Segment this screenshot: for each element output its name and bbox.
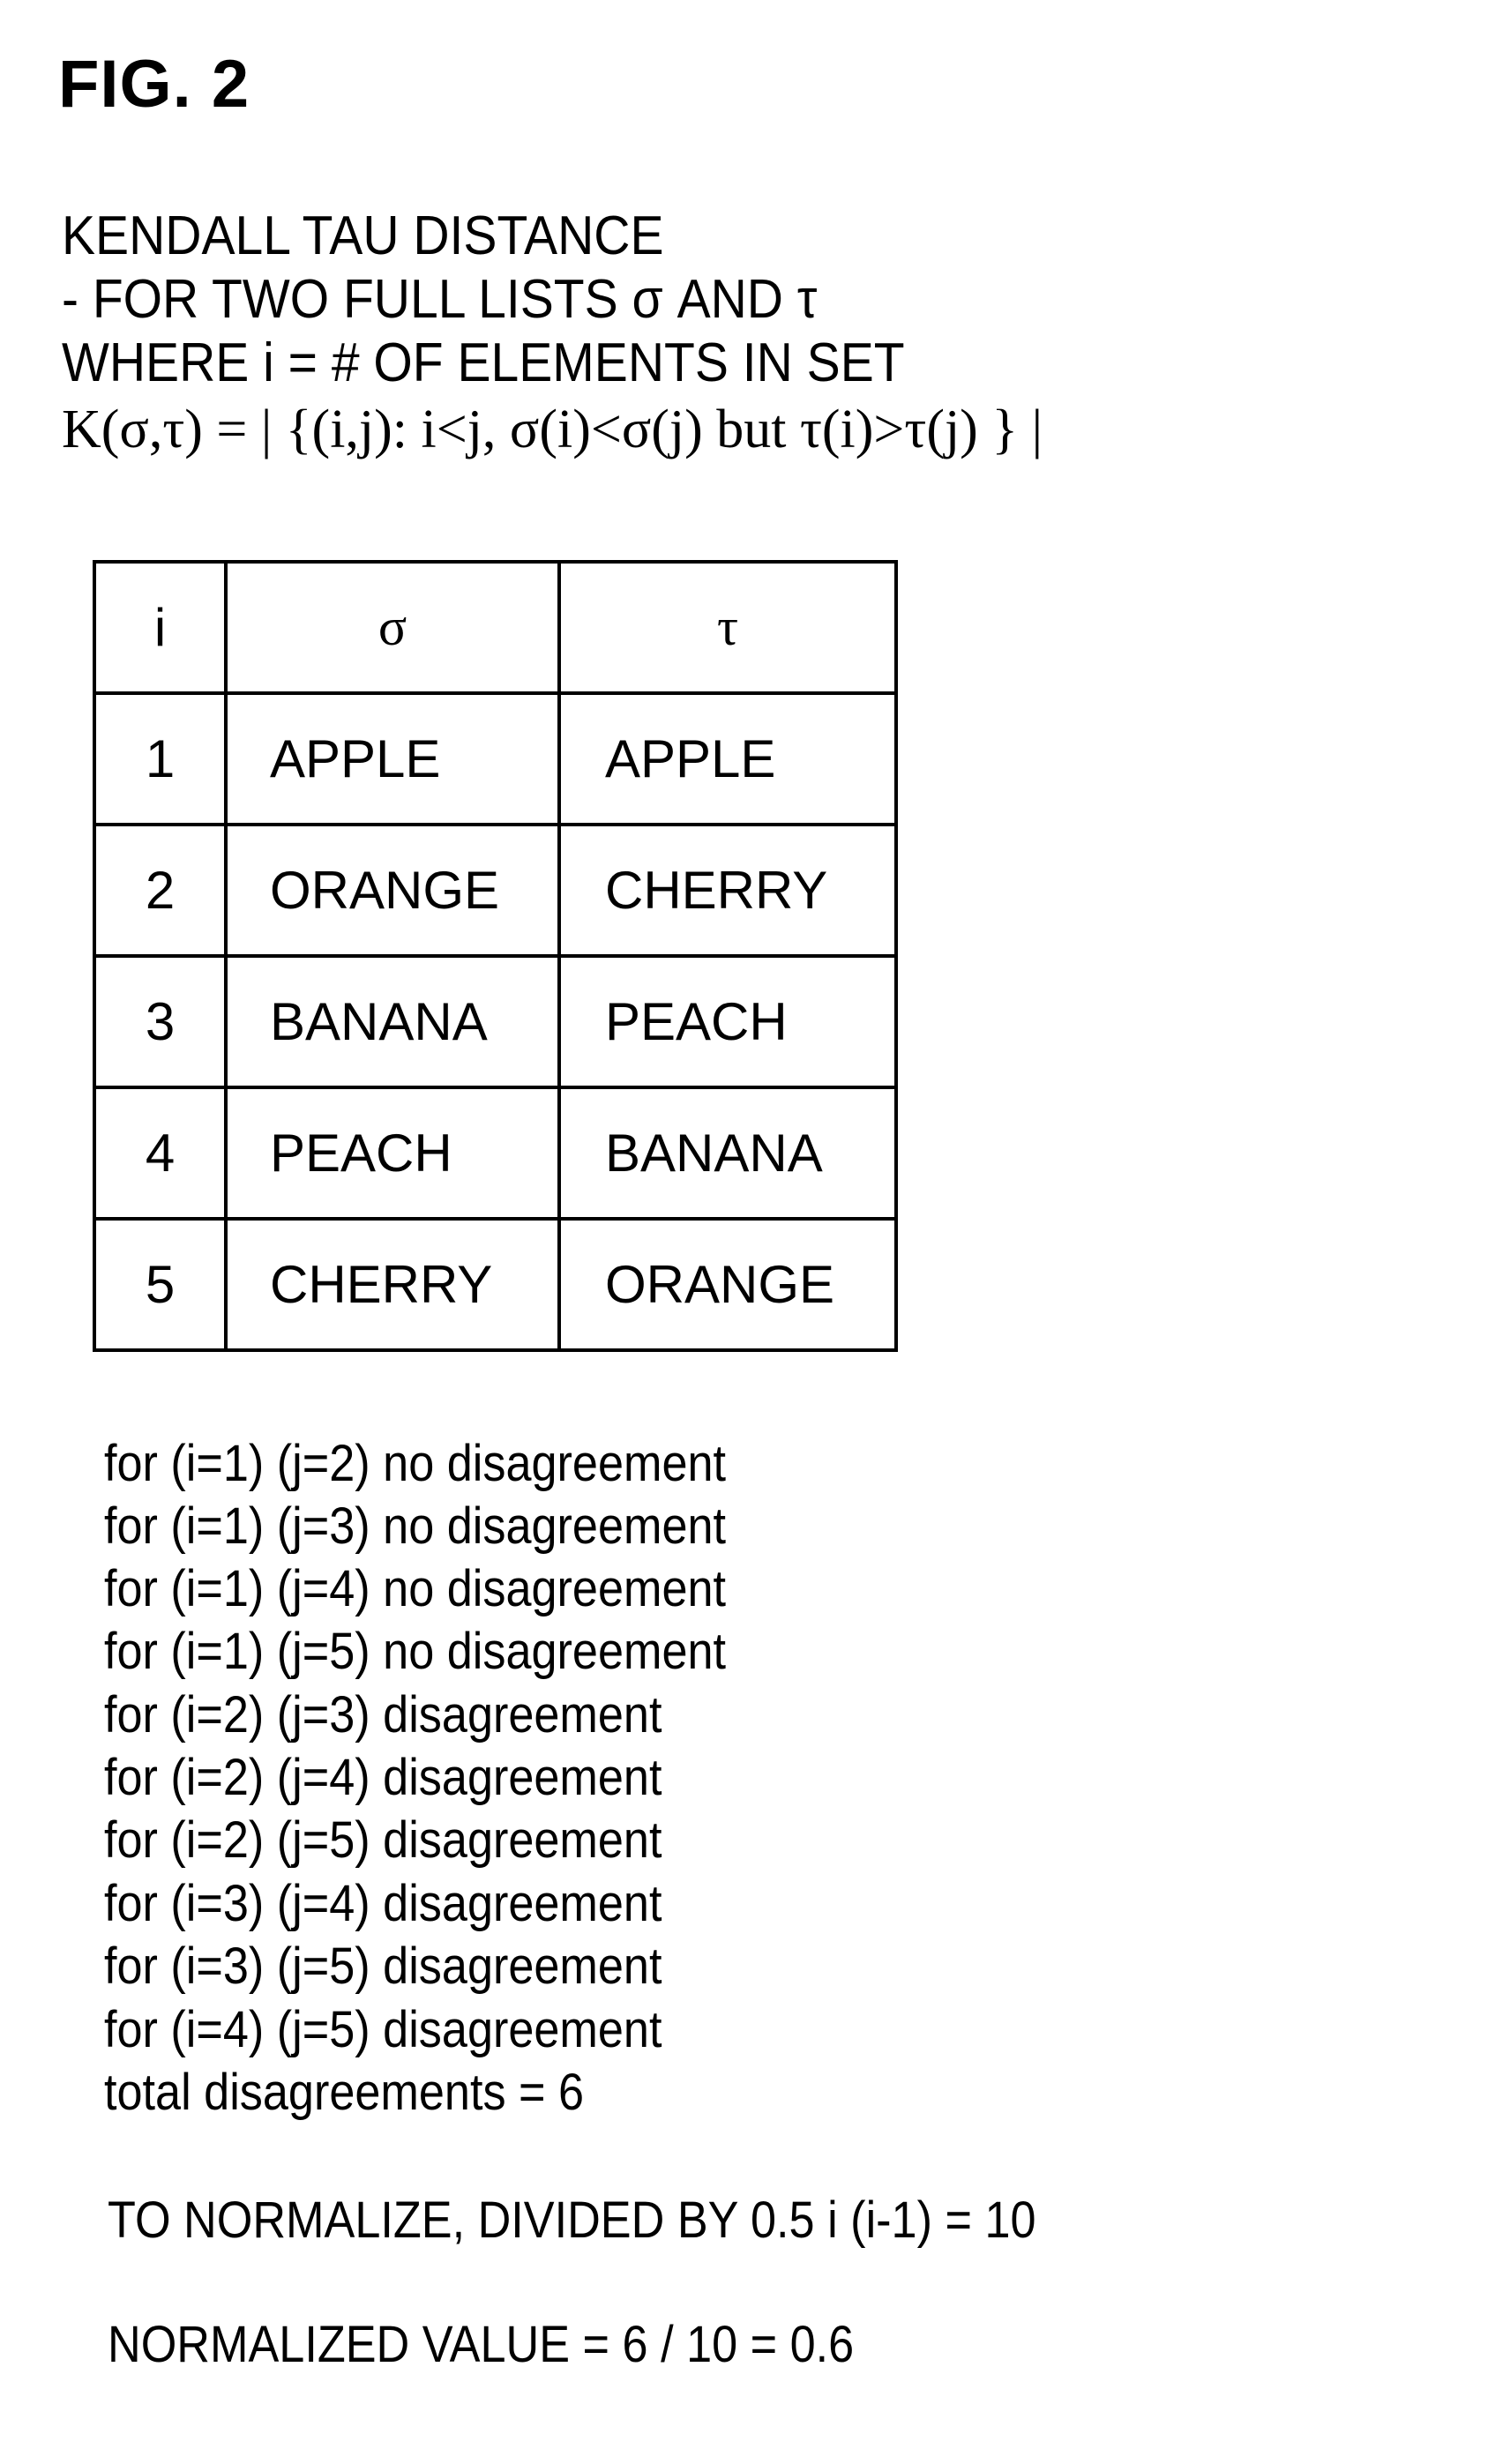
cell-sigma: APPLE bbox=[224, 691, 561, 826]
pair-line: for (i=3) (j=4) disagreement bbox=[104, 1875, 662, 1932]
total-disagreements: total disagreements = 6 bbox=[104, 2064, 585, 2121]
cell-tau: BANANA bbox=[557, 1086, 898, 1221]
pair-line: for (i=2) (j=4) disagreement bbox=[104, 1749, 662, 1806]
cell-tau: PEACH bbox=[557, 954, 898, 1089]
column-header-tau: τ bbox=[557, 560, 898, 695]
table-row: 3 BANANA PEACH bbox=[93, 954, 898, 1089]
table-row: 5 CHERRY ORANGE bbox=[93, 1217, 898, 1352]
pair-line: for (i=1) (j=3) no disagreement bbox=[104, 1497, 727, 1555]
pair-line: for (i=1) (j=5) no disagreement bbox=[104, 1623, 727, 1680]
normalized-value: NORMALIZED VALUE = 6 / 10 = 0.6 bbox=[108, 2316, 855, 2373]
cell-sigma: PEACH bbox=[224, 1086, 561, 1221]
table-header-row: i σ τ bbox=[93, 560, 898, 695]
cell-i: 4 bbox=[93, 1086, 228, 1221]
cell-i: 3 bbox=[93, 954, 228, 1089]
table-row: 1 APPLE APPLE bbox=[93, 691, 898, 826]
table-row: 4 PEACH BANANA bbox=[93, 1086, 898, 1221]
pair-line: for (i=3) (j=5) disagreement bbox=[104, 1938, 662, 1995]
cell-tau: ORANGE bbox=[557, 1217, 898, 1352]
cell-sigma: CHERRY bbox=[224, 1217, 561, 1352]
cell-sigma: ORANGE bbox=[224, 823, 561, 958]
cell-i: 1 bbox=[93, 691, 228, 826]
normalize-instruction: TO NORMALIZE, DIVIDED BY 0.5 i (i-1) = 1… bbox=[108, 2191, 1036, 2249]
cell-sigma: BANANA bbox=[224, 954, 561, 1089]
ranking-table: i σ τ 1 APPLE APPLE 2 ORANGE CHERRY 3 BA… bbox=[93, 560, 898, 1352]
figure-label: FIG. 2 bbox=[58, 47, 250, 122]
column-header-i: i bbox=[93, 560, 228, 695]
cell-i: 5 bbox=[93, 1217, 228, 1352]
cell-tau: CHERRY bbox=[557, 823, 898, 958]
header-subtitle: - FOR TWO FULL LISTS σ AND τ bbox=[62, 269, 818, 330]
column-header-sigma: σ bbox=[224, 560, 561, 695]
kendall-formula: K(σ,τ) = | {(i,j): i<j, σ(i)<σ(j) but τ(… bbox=[62, 399, 1043, 459]
pair-line: for (i=1) (j=4) no disagreement bbox=[104, 1560, 727, 1617]
header-title: KENDALL TAU DISTANCE bbox=[62, 205, 664, 266]
cell-i: 2 bbox=[93, 823, 228, 958]
pair-line: for (i=2) (j=5) disagreement bbox=[104, 1811, 662, 1869]
pair-line: for (i=4) (j=5) disagreement bbox=[104, 2001, 662, 2058]
header-where: WHERE i = # OF ELEMENTS IN SET bbox=[62, 332, 905, 393]
cell-tau: APPLE bbox=[557, 691, 898, 826]
pair-line: for (i=1) (j=2) no disagreement bbox=[104, 1435, 727, 1492]
pair-line: for (i=2) (j=3) disagreement bbox=[104, 1686, 662, 1743]
table-row: 2 ORANGE CHERRY bbox=[93, 823, 898, 958]
